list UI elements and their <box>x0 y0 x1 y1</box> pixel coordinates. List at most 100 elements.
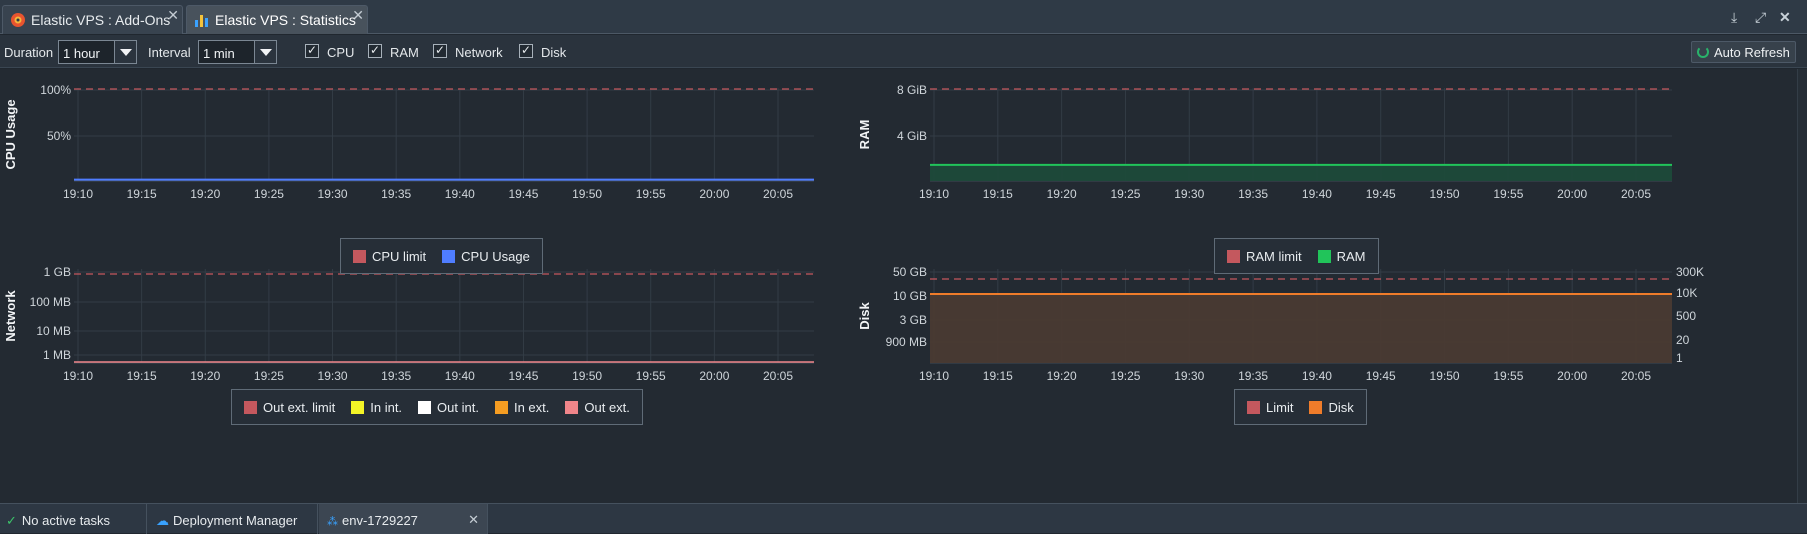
network-checkbox-label: Network <box>455 45 503 60</box>
out-ext-limit-swatch <box>244 400 257 414</box>
statistics-toolbar: Duration 1 hour Interval 1 min CPU RAM N… <box>0 35 1807 68</box>
legend-ram[interactable]: RAM <box>1337 249 1366 264</box>
disk-checkbox-label: Disk <box>541 45 567 60</box>
x-tick-label: 19:25 <box>254 187 284 201</box>
y-tick-label: 10 GB <box>893 289 927 303</box>
disk-checkbox[interactable] <box>519 43 533 58</box>
x-tick-label: 19:55 <box>636 187 666 201</box>
y-tick-label: 1 MB <box>43 348 71 362</box>
x-tick-label: 19:50 <box>1430 187 1460 201</box>
y-axis-title: Network <box>3 290 18 342</box>
check-icon: ✓ <box>6 513 17 528</box>
x-tick-label: 20:05 <box>1621 187 1651 201</box>
y-tick-label: 10 MB <box>36 324 71 338</box>
taskbar: ✓ No active tasks ☁ Deployment Manager ⁂ en… <box>0 503 1807 534</box>
y-axis-title: Disk <box>857 302 872 330</box>
tab-label: Elastic VPS : Statistics <box>215 12 356 28</box>
duration-select[interactable]: 1 hour <box>58 40 137 64</box>
x-tick-label: 19:25 <box>1110 369 1140 383</box>
x-tick-label: 19:30 <box>318 369 348 383</box>
chevron-down-icon[interactable] <box>254 41 276 63</box>
x-tick-label: 19:10 <box>919 369 949 383</box>
y-tick-label: 50% <box>47 129 71 143</box>
cpu-limit-swatch <box>353 249 366 263</box>
cpu-checkbox[interactable] <box>305 43 319 58</box>
legend-out-ext[interactable]: Out ext. <box>584 400 630 415</box>
tasks-status[interactable]: ✓ No active tasks <box>0 504 147 534</box>
close-icon[interactable]: ✕ <box>352 8 364 22</box>
x-tick-label: 19:40 <box>1302 369 1332 383</box>
cpu-checkbox-label: CPU <box>327 45 355 60</box>
close-icon[interactable]: ✕ <box>468 512 479 528</box>
x-tick-label: 19:15 <box>127 369 157 383</box>
y-tick-label: 100 MB <box>30 295 71 309</box>
legend-ram-limit[interactable]: RAM limit <box>1246 249 1302 264</box>
y2-tick-label: 300K <box>1676 265 1704 279</box>
x-tick-label: 19:55 <box>1493 187 1523 201</box>
x-tick-label: 19:15 <box>127 187 157 201</box>
network-checkbox[interactable] <box>433 43 447 58</box>
tab-add-ons[interactable]: Elastic VPS : Add-Ons ✕ <box>2 5 183 34</box>
x-tick-label: 19:35 <box>381 369 411 383</box>
x-tick-label: 19:25 <box>254 369 284 383</box>
x-tick-label: 19:35 <box>381 187 411 201</box>
auto-refresh-button[interactable]: Auto Refresh <box>1691 41 1796 63</box>
network-legend: Out ext. limit In int. Out int. In ext. … <box>231 389 643 425</box>
x-tick-label: 19:35 <box>1238 369 1268 383</box>
disk-legend: Limit Disk <box>1234 389 1367 425</box>
legend-out-ext-limit[interactable]: Out ext. limit <box>263 400 335 415</box>
close-window-icon[interactable]: ✕ <box>1779 10 1791 24</box>
charts-area: 100% 50% 19:10 19:15 19:20 19:25 19:30 19:35 19:… <box>0 69 1807 503</box>
charts-svg: 100% 50% 19:10 19:15 19:20 19:25 19:30 19:35 19:… <box>3 83 1704 383</box>
legend-in-ext[interactable]: In ext. <box>514 400 549 415</box>
interval-value: 1 min <box>203 46 235 61</box>
x-tick-label: 19:40 <box>1302 187 1332 201</box>
ram-checkbox-label: RAM <box>390 45 419 60</box>
legend-disk-limit[interactable]: Limit <box>1266 400 1293 415</box>
legend-cpu-usage[interactable]: CPU Usage <box>461 249 530 264</box>
maximize-icon[interactable]: ⤢ <box>1755 10 1766 24</box>
tab-statistics[interactable]: Elastic VPS : Statistics ✕ <box>186 5 368 34</box>
x-tick-label: 19:30 <box>1174 369 1204 383</box>
in-int-swatch <box>351 400 365 414</box>
x-tick-label: 19:10 <box>63 369 93 383</box>
x-tick-label: 19:55 <box>636 369 666 383</box>
legend-in-int[interactable]: In int. <box>370 400 402 415</box>
deployment-manager-tab[interactable]: ☁ Deployment Manager <box>148 504 318 534</box>
y-axis-title: CPU Usage <box>3 99 18 169</box>
y2-tick-label: 1 <box>1676 351 1683 365</box>
x-tick-label: 20:00 <box>699 187 729 201</box>
out-int-swatch <box>418 400 432 414</box>
interval-select[interactable]: 1 min <box>198 40 277 64</box>
x-tick-label: 19:10 <box>63 187 93 201</box>
close-icon[interactable]: ✕ <box>167 8 179 22</box>
y-axis-title: RAM <box>857 120 872 150</box>
chevron-down-icon[interactable] <box>114 41 136 63</box>
ram-checkbox[interactable] <box>368 43 382 58</box>
y2-tick-label: 10K <box>1676 286 1697 300</box>
x-tick-label: 19:50 <box>572 369 602 383</box>
x-tick-label: 19:15 <box>983 369 1013 383</box>
y-tick-label: 1 GB <box>44 265 71 279</box>
cpu-legend: CPU limit CPU Usage <box>340 238 543 274</box>
vertical-scrollbar[interactable] <box>1797 69 1807 503</box>
x-tick-label: 19:20 <box>1047 369 1077 383</box>
x-tick-label: 19:50 <box>1430 369 1460 383</box>
x-tick-label: 19:45 <box>508 369 538 383</box>
env-tab[interactable]: ⁂ env-1729227 ✕ <box>319 504 488 534</box>
ram-swatch <box>1317 249 1331 263</box>
legend-cpu-limit[interactable]: CPU limit <box>372 249 426 264</box>
legend-disk[interactable]: Disk <box>1328 400 1353 415</box>
legend-out-int[interactable]: Out int. <box>437 400 479 415</box>
x-tick-label: 19:40 <box>445 187 475 201</box>
y-tick-label: 100% <box>40 83 71 97</box>
cpu-usage-swatch <box>442 249 456 263</box>
y2-tick-label: 20 <box>1676 333 1690 347</box>
statistics-icon <box>195 15 208 27</box>
x-tick-label: 19:20 <box>190 187 220 201</box>
download-icon[interactable]: ⤓ <box>1731 10 1737 24</box>
disk-limit-swatch <box>1247 400 1260 414</box>
x-tick-label: 20:05 <box>763 369 793 383</box>
x-tick-label: 19:45 <box>1366 369 1396 383</box>
tab-label: Elastic VPS : Add-Ons <box>31 12 171 28</box>
